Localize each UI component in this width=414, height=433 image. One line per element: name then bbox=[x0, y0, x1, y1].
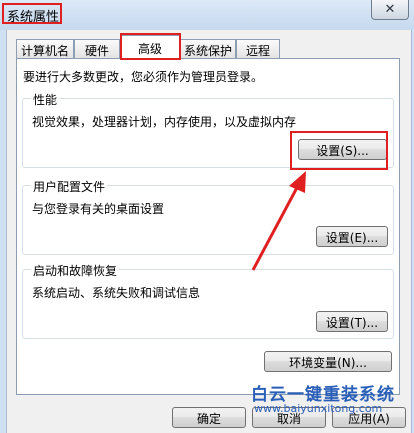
tab-highlight-box bbox=[120, 33, 181, 60]
red-arrow-icon bbox=[251, 171, 306, 271]
watermark-url: www.baiyunxitong.com bbox=[254, 402, 383, 415]
